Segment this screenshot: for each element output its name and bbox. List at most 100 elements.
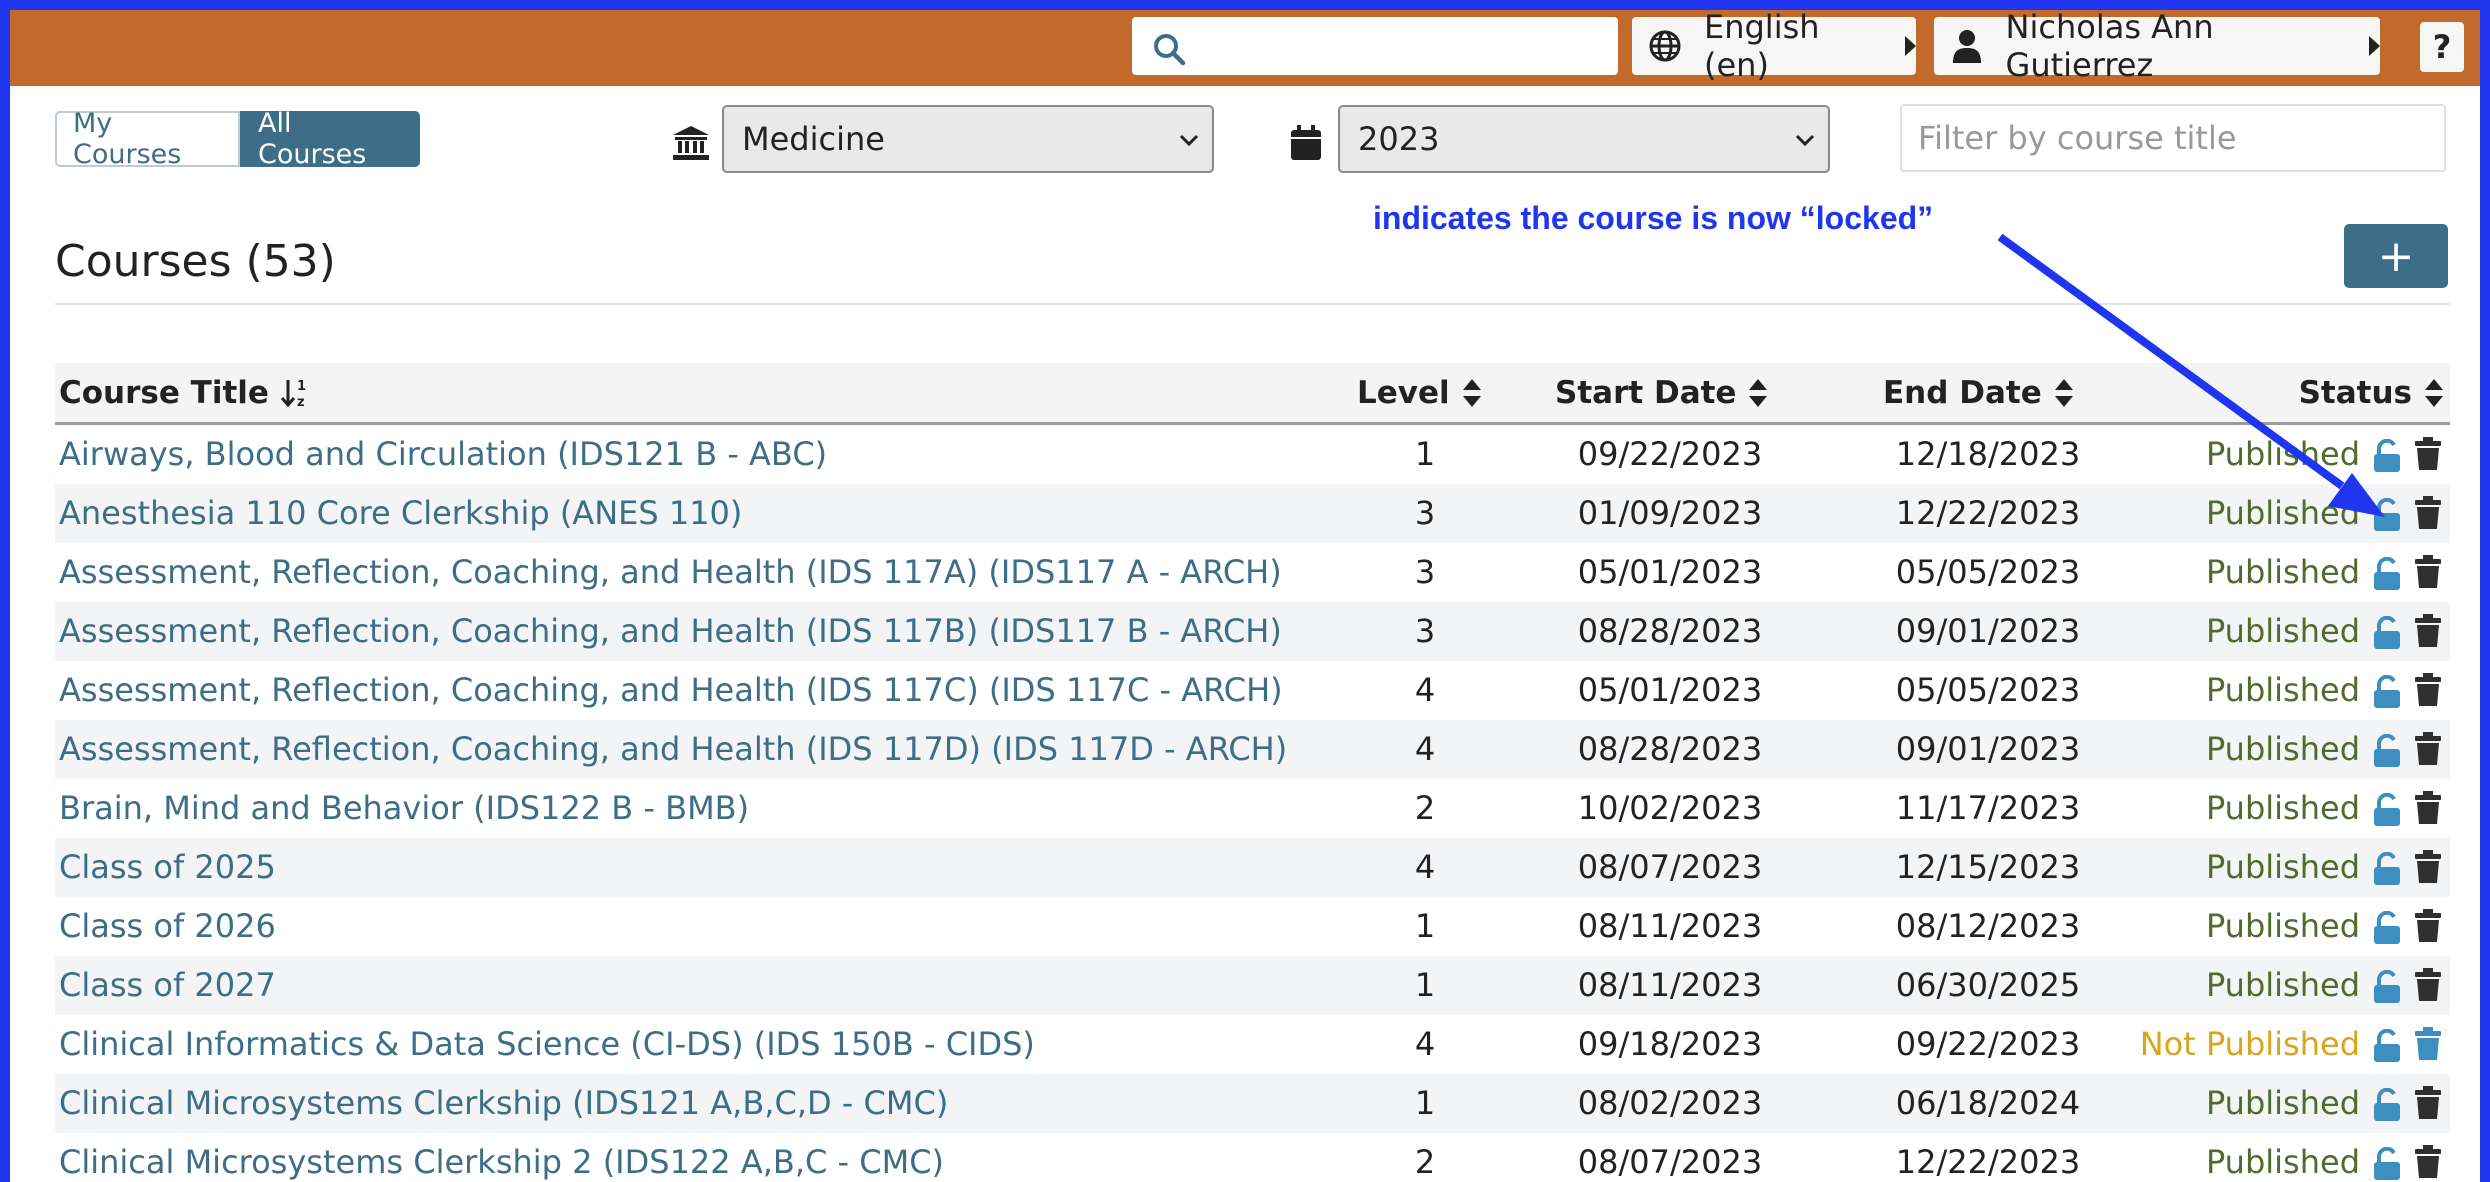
course-title-link[interactable]: Clinical Informatics & Data Science (CI-… — [59, 1025, 1035, 1063]
course-title-link[interactable]: Assessment, Reflection, Coaching, and He… — [59, 730, 1287, 768]
trash-icon[interactable] — [2414, 1145, 2442, 1182]
unlock-icon[interactable] — [2372, 438, 2402, 481]
course-status: Published — [2205, 1143, 2360, 1181]
top-navbar: English (en) Nicholas Ann Gutierrez ? — [10, 10, 2480, 86]
course-title-link[interactable]: Assessment, Reflection, Coaching, and He… — [59, 612, 1282, 650]
trash-icon[interactable] — [2414, 1086, 2442, 1128]
course-end-date: 05/05/2023 — [1895, 671, 2081, 709]
search-input[interactable] — [1190, 23, 1600, 69]
table-row: Class of 2026 1 08/11/2023 08/12/2023 Publis… — [55, 897, 2450, 956]
column-header-status[interactable]: Status — [2299, 375, 2444, 411]
school-select[interactable]: Medicine — [722, 105, 1214, 173]
course-status: Published — [2205, 730, 2360, 768]
course-title-link[interactable]: Clinical Microsystems Clerkship (IDS121 … — [59, 1084, 948, 1122]
lock-annotation-text: indicates the course is now “locked” — [1373, 200, 1934, 236]
table-row: Class of 2025 4 08/07/2023 12/15/2023 Publis… — [55, 838, 2450, 897]
course-title-filter-input[interactable]: Filter by course title — [1900, 104, 2446, 172]
course-title-link[interactable]: Assessment, Reflection, Coaching, and He… — [59, 553, 1282, 591]
course-end-date: 09/22/2023 — [1895, 1025, 2081, 1063]
table-header: Course Title 1 z Level Start Date End Da… — [55, 363, 2450, 425]
trash-icon[interactable] — [2414, 437, 2442, 479]
course-start-date: 05/01/2023 — [1577, 553, 1763, 591]
help-button[interactable]: ? — [2420, 22, 2464, 72]
school-select-value: Medicine — [742, 120, 885, 158]
trash-icon[interactable] — [2414, 968, 2442, 1010]
column-header-level-label: Level — [1357, 375, 1450, 411]
column-header-start-date[interactable]: Start Date — [1555, 375, 1768, 411]
course-title-link[interactable]: Assessment, Reflection, Coaching, and He… — [59, 671, 1283, 709]
trash-icon[interactable] — [2414, 850, 2442, 892]
unlock-icon[interactable] — [2372, 910, 2402, 953]
language-label: English (en) — [1703, 10, 1820, 84]
course-level: 4 — [1414, 848, 1436, 886]
course-end-date: 11/17/2023 — [1895, 789, 2081, 827]
table-row: Brain, Mind and Behavior (IDS122 B - BMB… — [55, 779, 2450, 838]
unlock-icon[interactable] — [2372, 1087, 2402, 1130]
trash-icon[interactable] — [2414, 909, 2442, 951]
course-status[interactable]: Not Published — [2140, 1025, 2360, 1063]
unlock-icon[interactable] — [2372, 497, 2402, 540]
my-courses-button[interactable]: My Courses — [55, 108, 240, 170]
unlock-icon[interactable] — [2372, 792, 2402, 835]
user-menu-button[interactable]: Nicholas Ann Gutierrez — [1934, 10, 2380, 84]
search-box[interactable] — [1132, 17, 1618, 75]
course-end-date: 09/01/2023 — [1895, 730, 2081, 768]
column-header-level[interactable]: Level — [1357, 375, 1482, 411]
trash-icon[interactable] — [2414, 496, 2442, 538]
calendar-icon — [1290, 125, 1322, 165]
course-title-link[interactable]: Brain, Mind and Behavior (IDS122 B - BMB… — [59, 789, 749, 827]
course-start-date: 10/02/2023 — [1577, 789, 1763, 827]
course-title-link[interactable]: Airways, Blood and Circulation (IDS121 B… — [59, 435, 827, 473]
unlock-icon[interactable] — [2372, 556, 2402, 599]
table-row: Assessment, Reflection, Coaching, and He… — [55, 661, 2450, 720]
unlock-icon[interactable] — [2372, 1146, 2402, 1182]
trash-icon[interactable] — [2414, 1027, 2442, 1069]
unlock-icon[interactable] — [2372, 615, 2402, 658]
course-scope-toggle: My Courses All Courses — [55, 108, 420, 170]
school-building-icon — [672, 125, 710, 165]
trash-icon[interactable] — [2414, 614, 2442, 656]
course-title-link[interactable]: Anesthesia 110 Core Clerkship (ANES 110) — [59, 494, 742, 532]
trash-icon[interactable] — [2414, 732, 2442, 774]
course-status: Published — [2205, 612, 2360, 650]
column-header-status-label: Status — [2298, 375, 2412, 411]
course-end-date: 06/30/2025 — [1895, 966, 2081, 1004]
course-level: 1 — [1414, 435, 1436, 473]
unlock-icon[interactable] — [2372, 851, 2402, 894]
language-menu-button[interactable]: English (en) — [1632, 10, 1916, 84]
table-row: Assessment, Reflection, Coaching, and He… — [55, 720, 2450, 779]
column-header-title[interactable]: Course Title 1 z — [59, 375, 311, 411]
unlock-icon[interactable] — [2372, 1028, 2402, 1071]
trash-icon[interactable] — [2414, 791, 2442, 833]
course-end-date: 12/22/2023 — [1895, 1143, 2081, 1181]
column-header-end-label: End Date — [1883, 375, 2042, 411]
caret-right-icon — [1905, 36, 1916, 56]
user-icon — [1948, 29, 1986, 63]
svg-text:z: z — [297, 395, 305, 409]
course-level: 1 — [1414, 907, 1436, 945]
course-start-date: 09/22/2023 — [1577, 435, 1763, 473]
year-select[interactable]: 2023 — [1338, 105, 1830, 173]
course-title-link[interactable]: Class of 2025 — [59, 848, 276, 886]
course-start-date: 08/02/2023 — [1577, 1084, 1763, 1122]
course-title-link[interactable]: Clinical Microsystems Clerkship 2 (IDS12… — [59, 1143, 944, 1181]
course-status: Published — [2205, 966, 2360, 1004]
table-row: Class of 2027 1 08/11/2023 06/30/2025 Publis… — [55, 956, 2450, 1015]
course-title-link[interactable]: Class of 2026 — [59, 907, 276, 945]
sort-icon — [2054, 377, 2074, 409]
column-header-end-date[interactable]: End Date — [1883, 375, 2074, 411]
course-start-date: 08/11/2023 — [1577, 966, 1763, 1004]
add-course-button[interactable]: + — [2344, 224, 2448, 288]
trash-icon[interactable] — [2414, 673, 2442, 715]
unlock-icon[interactable] — [2372, 969, 2402, 1012]
course-end-date: 05/05/2023 — [1895, 553, 2081, 591]
all-courses-button[interactable]: All Courses — [240, 108, 420, 170]
course-status: Published — [2205, 1084, 2360, 1122]
unlock-icon[interactable] — [2372, 733, 2402, 776]
course-title-link[interactable]: Class of 2027 — [59, 966, 276, 1004]
table-row: Airways, Blood and Circulation (IDS121 B… — [55, 425, 2450, 484]
unlock-icon[interactable] — [2372, 674, 2402, 717]
table-row: Assessment, Reflection, Coaching, and He… — [55, 543, 2450, 602]
course-start-date: 08/07/2023 — [1577, 848, 1763, 886]
trash-icon[interactable] — [2414, 555, 2442, 597]
